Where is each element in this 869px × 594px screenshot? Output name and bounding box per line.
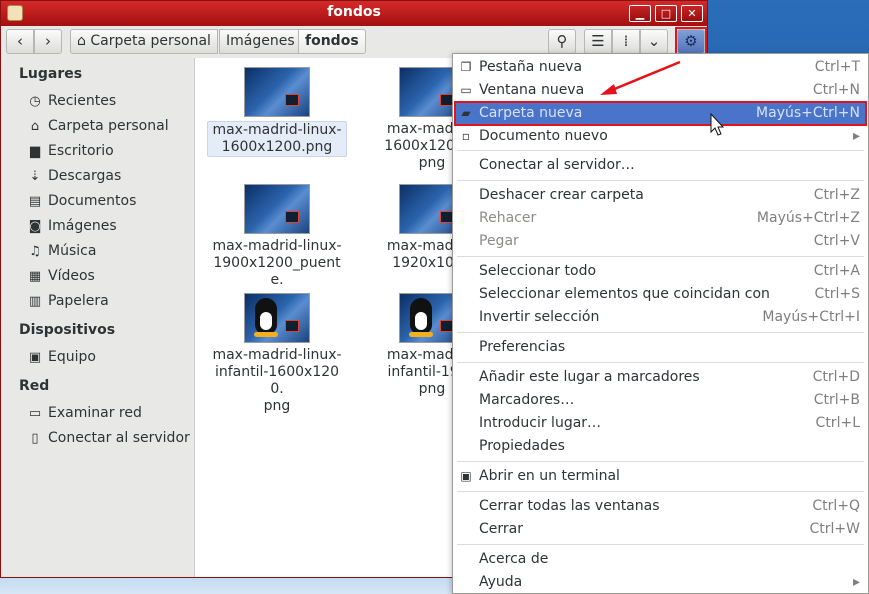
annotation-arrowhead bbox=[600, 84, 617, 95]
annotation-overlay bbox=[600, 60, 725, 136]
annotation-arrow bbox=[611, 60, 681, 92]
mouse-cursor-icon bbox=[710, 112, 725, 136]
